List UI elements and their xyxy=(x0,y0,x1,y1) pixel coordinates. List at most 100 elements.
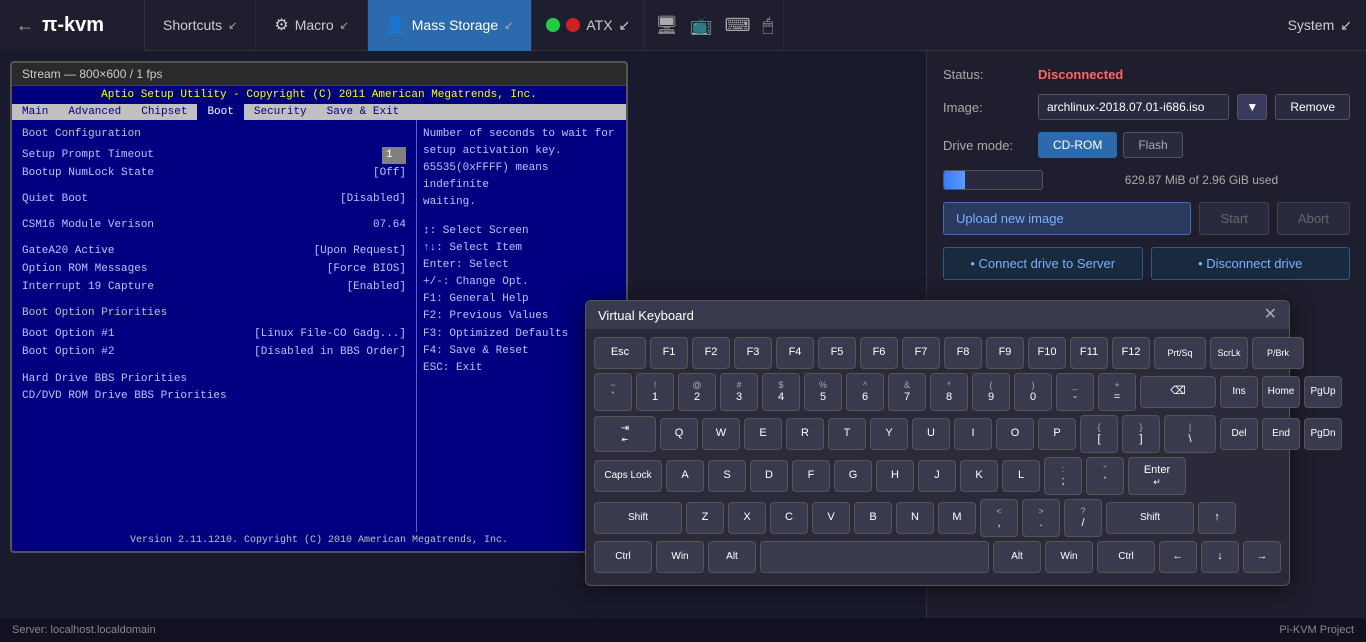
key-h[interactable]: H xyxy=(876,460,914,492)
key-g[interactable]: G xyxy=(834,460,872,492)
key-f3[interactable]: F3 xyxy=(734,337,772,369)
key-d[interactable]: D xyxy=(750,460,788,492)
key-scrlk[interactable]: ScrLk xyxy=(1210,337,1248,369)
key-shift-right[interactable]: Shift xyxy=(1106,502,1194,534)
bios-gatea20-label[interactable]: GateA20 Active xyxy=(22,243,114,260)
remove-button[interactable]: Remove xyxy=(1275,94,1350,120)
key-f1[interactable]: F1 xyxy=(650,337,688,369)
key-tab[interactable]: ⇥⇤ xyxy=(594,416,656,452)
key-y[interactable]: Y xyxy=(870,418,908,450)
key-semicolon[interactable]: :; xyxy=(1044,457,1082,495)
key-5[interactable]: %5 xyxy=(804,373,842,411)
key-f9[interactable]: F9 xyxy=(986,337,1024,369)
bios-quiet-label[interactable]: Quiet Boot xyxy=(22,191,88,208)
key-i[interactable]: I xyxy=(954,418,992,450)
key-m[interactable]: M xyxy=(938,502,976,534)
cdrom-button[interactable]: CD-ROM xyxy=(1038,132,1117,158)
key-f6[interactable]: F6 xyxy=(860,337,898,369)
key-f5[interactable]: F5 xyxy=(818,337,856,369)
key-equals[interactable]: += xyxy=(1098,373,1136,411)
connect-button[interactable]: • Connect drive to Server xyxy=(943,247,1143,280)
key-lbracket[interactable]: {[ xyxy=(1080,415,1118,453)
bios-setup-prompt-val[interactable]: 1 xyxy=(382,147,406,164)
key-end[interactable]: End xyxy=(1262,418,1300,450)
key-q[interactable]: Q xyxy=(660,418,698,450)
keyboard-close-button[interactable]: ✕ xyxy=(1264,307,1277,323)
key-ctrl-left[interactable]: Ctrl xyxy=(594,541,652,573)
key-tilde[interactable]: ~` xyxy=(594,373,632,411)
image-select-arrow[interactable]: ▼ xyxy=(1237,94,1267,120)
key-e[interactable]: E xyxy=(744,418,782,450)
bios-tab-advanced[interactable]: Advanced xyxy=(58,104,131,120)
back-button[interactable]: ← xyxy=(16,15,34,36)
mouse-icon[interactable]: 🖱 xyxy=(763,15,774,36)
bios-tab-boot[interactable]: Boot xyxy=(197,104,243,120)
key-f12[interactable]: F12 xyxy=(1112,337,1150,369)
key-slash[interactable]: ?/ xyxy=(1064,499,1102,537)
key-c[interactable]: C xyxy=(770,502,808,534)
key-ctrl-right[interactable]: Ctrl xyxy=(1097,541,1155,573)
key-f2[interactable]: F2 xyxy=(692,337,730,369)
key-pause[interactable]: P/Brk xyxy=(1252,337,1304,369)
key-minus[interactable]: _- xyxy=(1056,373,1094,411)
key-7[interactable]: &7 xyxy=(888,373,926,411)
key-home[interactable]: Home xyxy=(1262,376,1300,408)
key-1[interactable]: !1 xyxy=(636,373,674,411)
key-f8[interactable]: F8 xyxy=(944,337,982,369)
key-6[interactable]: ^6 xyxy=(846,373,884,411)
key-arrow-left[interactable]: ← xyxy=(1159,541,1197,573)
key-z[interactable]: Z xyxy=(686,502,724,534)
key-s[interactable]: S xyxy=(708,460,746,492)
image-select[interactable]: archlinux-2018.07.01-i686.iso xyxy=(1038,94,1229,120)
macro-button[interactable]: ⚙ Macro ↙ xyxy=(256,0,367,51)
stream-window[interactable]: Stream — 800×600 / 1 fps Aptio Setup Uti… xyxy=(10,61,628,553)
keyboard-titlebar[interactable]: Virtual Keyboard ✕ xyxy=(586,301,1289,329)
monitor-icon[interactable]: 🖥 xyxy=(655,15,678,36)
key-backslash[interactable]: |\ xyxy=(1164,415,1216,453)
bios-interrupt-label[interactable]: Interrupt 19 Capture xyxy=(22,279,154,296)
bios-hdd-label[interactable]: Hard Drive BBS Priorities xyxy=(22,371,406,388)
key-f4[interactable]: F4 xyxy=(776,337,814,369)
key-alt-left[interactable]: Alt xyxy=(708,541,756,573)
abort-button[interactable]: Abort xyxy=(1277,202,1350,235)
key-arrow-up[interactable]: ↑ xyxy=(1198,502,1236,534)
key-4[interactable]: $4 xyxy=(762,373,800,411)
key-2[interactable]: @2 xyxy=(678,373,716,411)
bios-tab-chipset[interactable]: Chipset xyxy=(131,104,197,120)
display-icon[interactable]: 📺 xyxy=(690,15,712,36)
key-esc[interactable]: Esc xyxy=(594,337,646,369)
flash-button[interactable]: Flash xyxy=(1123,132,1182,158)
atx-button[interactable]: ATX ↙ xyxy=(532,0,645,51)
keyboard-icon[interactable]: ⌨ xyxy=(725,15,751,36)
key-r[interactable]: R xyxy=(786,418,824,450)
bios-screen[interactable]: Aptio Setup Utility - Copyright (C) 2011… xyxy=(12,86,626,548)
bios-boot1-label[interactable]: Boot Option #1 xyxy=(22,326,114,343)
key-f[interactable]: F xyxy=(792,460,830,492)
key-3[interactable]: #3 xyxy=(720,373,758,411)
key-j[interactable]: J xyxy=(918,460,956,492)
bios-setup-prompt-label[interactable]: Setup Prompt Timeout xyxy=(22,147,154,164)
key-pgdn[interactable]: PgDn xyxy=(1304,418,1342,450)
key-v[interactable]: V xyxy=(812,502,850,534)
key-win-left[interactable]: Win xyxy=(656,541,704,573)
key-enter[interactable]: Enter↵ xyxy=(1128,457,1186,495)
key-u[interactable]: U xyxy=(912,418,950,450)
mass-storage-button[interactable]: 👤 Mass Storage ↙ xyxy=(368,0,533,51)
disconnect-button[interactable]: • Disconnect drive xyxy=(1151,247,1351,280)
key-arrow-right[interactable]: → xyxy=(1243,541,1281,573)
upload-button[interactable]: Upload new image xyxy=(943,202,1191,235)
key-k[interactable]: K xyxy=(960,460,998,492)
key-alt-right[interactable]: Alt xyxy=(993,541,1041,573)
key-0[interactable]: )0 xyxy=(1014,373,1052,411)
bios-tab-main[interactable]: Main xyxy=(12,104,58,120)
start-button[interactable]: Start xyxy=(1199,202,1268,235)
key-quote[interactable]: "' xyxy=(1086,457,1124,495)
key-n[interactable]: N xyxy=(896,502,934,534)
key-f11[interactable]: F11 xyxy=(1070,337,1108,369)
key-f10[interactable]: F10 xyxy=(1028,337,1066,369)
bios-tab-save-exit[interactable]: Save & Exit xyxy=(317,104,410,120)
key-pgup[interactable]: PgUp xyxy=(1304,376,1342,408)
key-period[interactable]: >. xyxy=(1022,499,1060,537)
key-space[interactable] xyxy=(760,541,989,573)
key-prtsc[interactable]: Prt/Sq xyxy=(1154,337,1206,369)
